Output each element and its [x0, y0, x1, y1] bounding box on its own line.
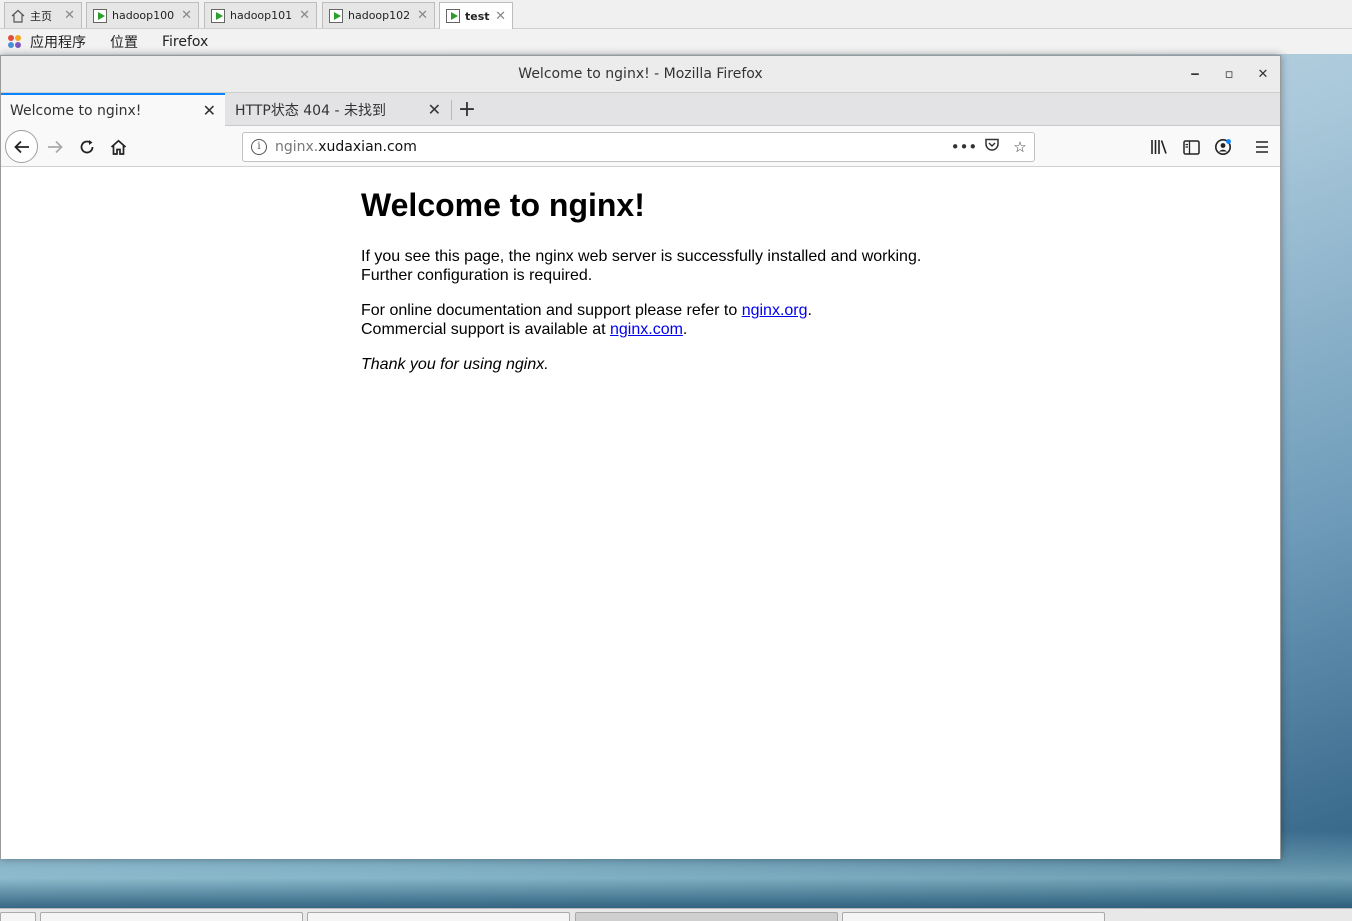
- vm-tab-test[interactable]: test ✕: [439, 2, 513, 29]
- back-arrow-icon: [13, 140, 29, 153]
- taskbar-window-button[interactable]: [40, 912, 303, 921]
- window-title: Welcome to nginx! - Mozilla Firefox: [518, 66, 763, 82]
- vm-tab-hadoop101[interactable]: hadoop101 ✕: [204, 2, 317, 28]
- tab-welcome-nginx[interactable]: Welcome to nginx! ✕: [1, 93, 225, 126]
- url-bar[interactable]: i nginx.xudaxian.com ••• ☆: [242, 132, 1035, 162]
- reload-icon: [80, 140, 94, 154]
- minimize-button[interactable]: ‒: [1178, 56, 1212, 93]
- paragraph-text: Commercial support is available at: [361, 321, 610, 338]
- vm-tab-label: hadoop100: [112, 9, 175, 22]
- taskbar-window-button-firefox[interactable]: [575, 912, 838, 921]
- bookmark-star-icon[interactable]: ☆: [1006, 138, 1034, 156]
- navigation-toolbar: i nginx.xudaxian.com ••• ☆: [1, 126, 1280, 167]
- vm-tab-hadoop100[interactable]: hadoop100 ✕: [86, 2, 199, 28]
- paragraph-docs: For online documentation and support ple…: [361, 301, 1061, 339]
- forward-button[interactable]: [40, 132, 70, 162]
- menu-button[interactable]: [1247, 132, 1277, 162]
- window-titlebar[interactable]: Welcome to nginx! - Mozilla Firefox ‒ ▫ …: [1, 56, 1280, 93]
- taskbar-window-button[interactable]: [842, 912, 1105, 921]
- firefox-window: Welcome to nginx! - Mozilla Firefox ‒ ▫ …: [0, 55, 1281, 859]
- paragraph-text: Further configuration is required.: [361, 267, 593, 284]
- gnome-top-bar: 应用程序 位置 Firefox: [0, 29, 1352, 54]
- gnome-menu-places[interactable]: 位置: [110, 32, 138, 52]
- vm-tab-hadoop102[interactable]: hadoop102 ✕: [322, 2, 435, 28]
- paragraph-thanks: Thank you for using nginx.: [361, 355, 1061, 374]
- account-button[interactable]: [1208, 132, 1238, 162]
- close-icon[interactable]: ✕: [495, 9, 506, 24]
- hamburger-menu-icon: [1256, 141, 1268, 153]
- url-prefix: nginx.: [275, 139, 319, 155]
- home-button[interactable]: [103, 132, 133, 162]
- pocket-icon[interactable]: [978, 137, 1006, 157]
- account-icon: [1215, 139, 1231, 155]
- reload-button[interactable]: [72, 132, 102, 162]
- taskbar: [0, 908, 1352, 921]
- page-actions-icon[interactable]: •••: [950, 138, 978, 156]
- paragraph-text: .: [682, 321, 688, 338]
- tab-http-404[interactable]: HTTP状态 404 - 未找到 ✕: [226, 93, 450, 126]
- close-icon[interactable]: ✕: [64, 8, 75, 23]
- maximize-button[interactable]: ▫: [1212, 56, 1246, 93]
- vm-tab-home[interactable]: 主页 ✕: [4, 2, 82, 28]
- back-button[interactable]: [5, 130, 38, 163]
- paragraph-text: For online documentation and support ple…: [361, 302, 742, 319]
- taskbar-show-desktop-button[interactable]: [0, 912, 36, 921]
- tab-bar: Welcome to nginx! ✕ HTTP状态 404 - 未找到 ✕ +: [1, 93, 1280, 126]
- gnome-menu-firefox[interactable]: Firefox: [162, 34, 208, 50]
- home-icon: [11, 9, 25, 23]
- home-icon: [110, 139, 126, 155]
- forward-arrow-icon: [48, 140, 63, 154]
- page-title: Welcome to nginx!: [361, 187, 645, 223]
- new-tab-button[interactable]: +: [450, 93, 484, 126]
- vm-tab-label: hadoop102: [348, 9, 411, 22]
- vm-icon: [211, 8, 225, 23]
- close-window-button[interactable]: ✕: [1246, 56, 1280, 93]
- taskbar-window-button[interactable]: [307, 912, 570, 921]
- tab-label: HTTP状态 404 - 未找到: [235, 102, 386, 119]
- nginx-org-link[interactable]: nginx.org: [742, 302, 808, 319]
- close-tab-icon[interactable]: ✕: [203, 101, 216, 120]
- close-tab-icon[interactable]: ✕: [428, 100, 441, 119]
- thank-you-text: Thank you for using nginx.: [361, 356, 549, 373]
- url-text[interactable]: nginx.xudaxian.com: [275, 139, 950, 155]
- close-icon[interactable]: ✕: [417, 8, 428, 23]
- vm-tab-label: 主页: [30, 9, 52, 23]
- nginx-welcome-page: Welcome to nginx! If you see this page, …: [361, 167, 1061, 374]
- gnome-apps-icon: [8, 34, 22, 49]
- vm-icon: [93, 8, 107, 23]
- sidebar-button[interactable]: [1176, 132, 1206, 162]
- close-icon[interactable]: ✕: [181, 8, 192, 23]
- vm-tab-label: test: [465, 9, 490, 23]
- url-domain: xudaxian.com: [318, 139, 417, 155]
- vm-icon: [446, 9, 460, 23]
- library-icon: [1151, 140, 1167, 154]
- gnome-menu-apps[interactable]: 应用程序: [30, 32, 86, 52]
- vm-icon: [329, 8, 343, 23]
- library-button[interactable]: [1144, 132, 1174, 162]
- sidebar-icon: [1182, 139, 1200, 155]
- close-icon[interactable]: ✕: [299, 8, 310, 23]
- vm-tab-label: hadoop101: [230, 9, 293, 22]
- tab-label: Welcome to nginx!: [10, 102, 142, 119]
- paragraph-installed: If you see this page, the nginx web serv…: [361, 247, 1061, 285]
- paragraph-text: .: [807, 302, 812, 319]
- vm-tab-strip: 主页 ✕ hadoop100 ✕ hadoop101 ✕ hadoop102 ✕…: [0, 0, 1352, 29]
- page-content: Welcome to nginx! If you see this page, …: [1, 167, 1280, 859]
- nginx-com-link[interactable]: nginx.com: [610, 321, 683, 338]
- paragraph-text: If you see this page, the nginx web serv…: [361, 248, 922, 265]
- site-info-icon[interactable]: i: [251, 139, 267, 155]
